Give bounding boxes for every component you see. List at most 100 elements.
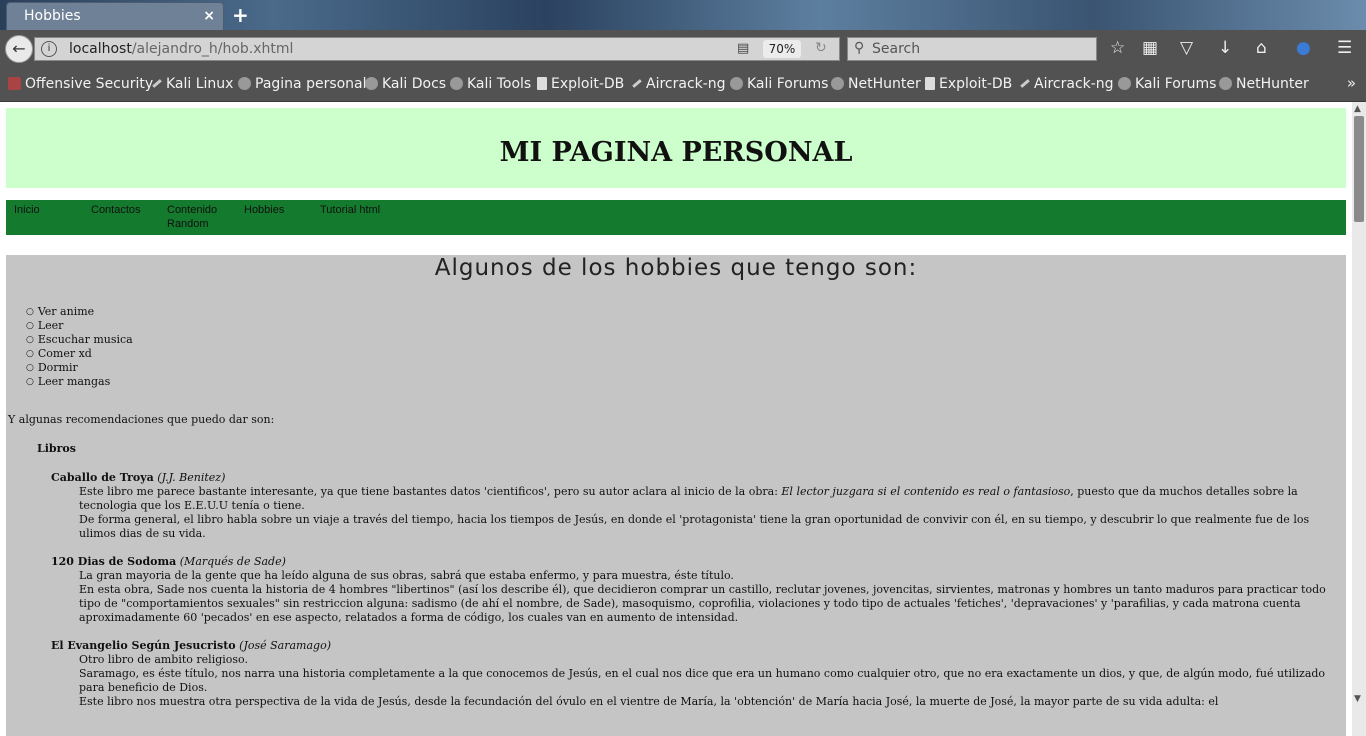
list-item: Leer — [26, 319, 133, 333]
bookmarks-bar: Offensive Security Kali Linux Pagina per… — [0, 68, 1366, 102]
bookmark-label: Exploit-DB — [551, 76, 625, 92]
bookmark-item[interactable]: Aircrack-ng — [632, 76, 726, 92]
globe-icon — [450, 77, 463, 90]
bookmark-item[interactable]: Pagina personal — [238, 76, 367, 92]
book-entry: 120 Dias de Sodoma (Marqués de Sade) La … — [51, 555, 1341, 625]
bookmark-label: NetHunter — [848, 76, 921, 92]
book-description: En esta obra, Sade nos cuenta la histori… — [79, 583, 1326, 624]
bookmark-item[interactable]: NetHunter — [1219, 76, 1309, 92]
globe-icon — [365, 77, 378, 90]
bookmark-label: Kali Tools — [467, 76, 532, 92]
bookmark-label: Kali Linux — [166, 76, 234, 92]
main-content: Algunos de los hobbies que tengo son: Ve… — [6, 255, 1346, 736]
menu-item-hobbies[interactable]: Hobbies — [244, 203, 304, 217]
zoom-indicator[interactable]: 70% — [763, 40, 801, 58]
extension-icon[interactable]: ● — [1296, 38, 1311, 58]
book-description: Otro libro de ambito religioso. — [79, 653, 248, 666]
offensive-security-icon — [8, 77, 21, 90]
list-item: Leer mangas — [26, 375, 133, 389]
book-title: Caballo de Troya — [51, 471, 154, 484]
book-entry: Caballo de Troya (J.J. Benitez) Este lib… — [51, 471, 1341, 541]
tab-close-icon[interactable]: × — [203, 8, 215, 24]
menu-icon[interactable]: ☰ — [1337, 38, 1352, 58]
bookmark-item[interactable]: Kali Linux — [152, 76, 233, 92]
bookmark-item[interactable]: Exploit-DB — [925, 76, 1012, 92]
url-path: /alejandro_h/hob.xhtml — [131, 41, 294, 57]
reader-view-icon[interactable]: ▤ — [737, 41, 749, 56]
tab-title: Hobbies — [24, 8, 81, 24]
globe-icon — [730, 77, 743, 90]
bookmark-item[interactable]: Kali Tools — [450, 76, 531, 92]
bookmark-item[interactable]: Kali Forums — [730, 76, 828, 92]
globe-icon — [238, 77, 251, 90]
book-title: El Evangelio Según Jesucristo — [51, 639, 236, 652]
bookmark-label: Kali Forums — [747, 76, 829, 92]
page-viewport: MI PAGINA PERSONAL Inicio Contactos Cont… — [0, 102, 1352, 736]
book-title: 120 Dias de Sodoma — [51, 555, 177, 568]
bookmark-star-icon[interactable]: ☆ — [1110, 38, 1125, 58]
bookmark-item[interactable]: Offensive Security — [8, 76, 153, 92]
list-item: Escuchar musica — [26, 333, 133, 347]
book-author: (Marqués de Sade) — [179, 555, 286, 568]
new-tab-icon[interactable]: + — [232, 3, 249, 27]
bookmarks-overflow-icon[interactable]: » — [1347, 74, 1356, 92]
recommend-intro: Y algunas recomendaciones que puedo dar … — [8, 413, 275, 426]
section-title: Algunos de los hobbies que tengo son: — [434, 255, 918, 281]
exploit-db-icon — [537, 77, 547, 90]
back-arrow-icon[interactable]: ← — [5, 35, 33, 63]
book-description: Saramago, es éste título, nos narra una … — [79, 667, 1326, 694]
scroll-up-icon[interactable]: ▲ — [1354, 104, 1361, 114]
scrollbar-thumb[interactable] — [1354, 116, 1364, 222]
site-menu: Inicio Contactos Contenido Random Hobbie… — [6, 200, 1346, 235]
bookmark-label: Kali Docs — [382, 76, 447, 92]
search-field[interactable]: ⚲ Search — [847, 37, 1097, 61]
page-header: MI PAGINA PERSONAL — [6, 108, 1346, 188]
menu-item-contactos[interactable]: Contactos — [91, 203, 151, 217]
info-icon[interactable]: i — [41, 41, 57, 57]
bookmark-label: Kali Forums — [1135, 76, 1217, 92]
page-title: MI PAGINA PERSONAL — [499, 137, 853, 168]
pocket-icon[interactable]: ▽ — [1180, 38, 1193, 58]
url-host: localhost — [69, 41, 132, 57]
search-icon: ⚲ — [854, 40, 865, 56]
bookmark-label: Aircrack-ng — [646, 76, 726, 92]
bookmark-item[interactable]: Kali Docs — [365, 76, 446, 92]
library-icon[interactable]: ▦ — [1142, 38, 1158, 58]
url-text[interactable]: localhost/alejandro_h/hob.xhtml — [69, 41, 293, 57]
scroll-down-icon[interactable]: ▼ — [1354, 694, 1361, 704]
aircrack-icon — [632, 79, 642, 88]
kali-icon — [152, 79, 162, 88]
home-icon[interactable]: ⌂ — [1256, 38, 1267, 58]
bookmark-label: Pagina personal — [255, 76, 367, 92]
book-description: De forma general, el libro habla sobre u… — [79, 513, 1310, 540]
download-icon[interactable]: ↓ — [1218, 38, 1232, 58]
exploit-db-icon — [925, 77, 935, 90]
category-heading: Libros — [37, 442, 76, 455]
navigation-bar: ← i localhost/alejandro_h/hob.xhtml ▤ 70… — [0, 30, 1366, 68]
tab-hobbies[interactable]: Hobbies × — [6, 2, 224, 30]
menu-item-contenido-random[interactable]: Contenido Random — [167, 203, 227, 231]
book-description: La gran mayoria de la gente que ha leído… — [79, 569, 734, 582]
book-description: Este libro me parece bastante interesant… — [79, 485, 1298, 512]
list-item: Dormir — [26, 361, 133, 375]
aircrack-icon — [1020, 79, 1030, 88]
bookmark-item[interactable]: NetHunter — [831, 76, 921, 92]
book-author: (José Saramago) — [239, 639, 331, 652]
bookmark-item[interactable]: Exploit-DB — [537, 76, 624, 92]
page-scrollbar[interactable]: ▲ ▼ — [1352, 102, 1366, 736]
reload-icon[interactable]: ↻ — [815, 40, 827, 56]
bookmark-label: Exploit-DB — [939, 76, 1013, 92]
list-item: Ver anime — [26, 305, 133, 319]
hobbies-list: Ver anime Leer Escuchar musica Comer xd … — [26, 305, 133, 389]
menu-item-tutorial-html[interactable]: Tutorial html — [320, 203, 410, 217]
bookmark-label: Aircrack-ng — [1034, 76, 1114, 92]
url-bar[interactable]: i localhost/alejandro_h/hob.xhtml ▤ 70% … — [34, 37, 840, 61]
menu-item-inicio[interactable]: Inicio — [14, 203, 74, 217]
book-entry: El Evangelio Según Jesucristo (José Sara… — [51, 639, 1341, 709]
list-item: Comer xd — [26, 347, 133, 361]
book-author: (J.J. Benitez) — [157, 471, 226, 484]
bookmark-item[interactable]: Aircrack-ng — [1020, 76, 1114, 92]
bookmark-label: Offensive Security — [25, 76, 154, 92]
book-description: Este libro nos muestra otra perspectiva … — [79, 695, 1219, 708]
bookmark-item[interactable]: Kali Forums — [1118, 76, 1216, 92]
